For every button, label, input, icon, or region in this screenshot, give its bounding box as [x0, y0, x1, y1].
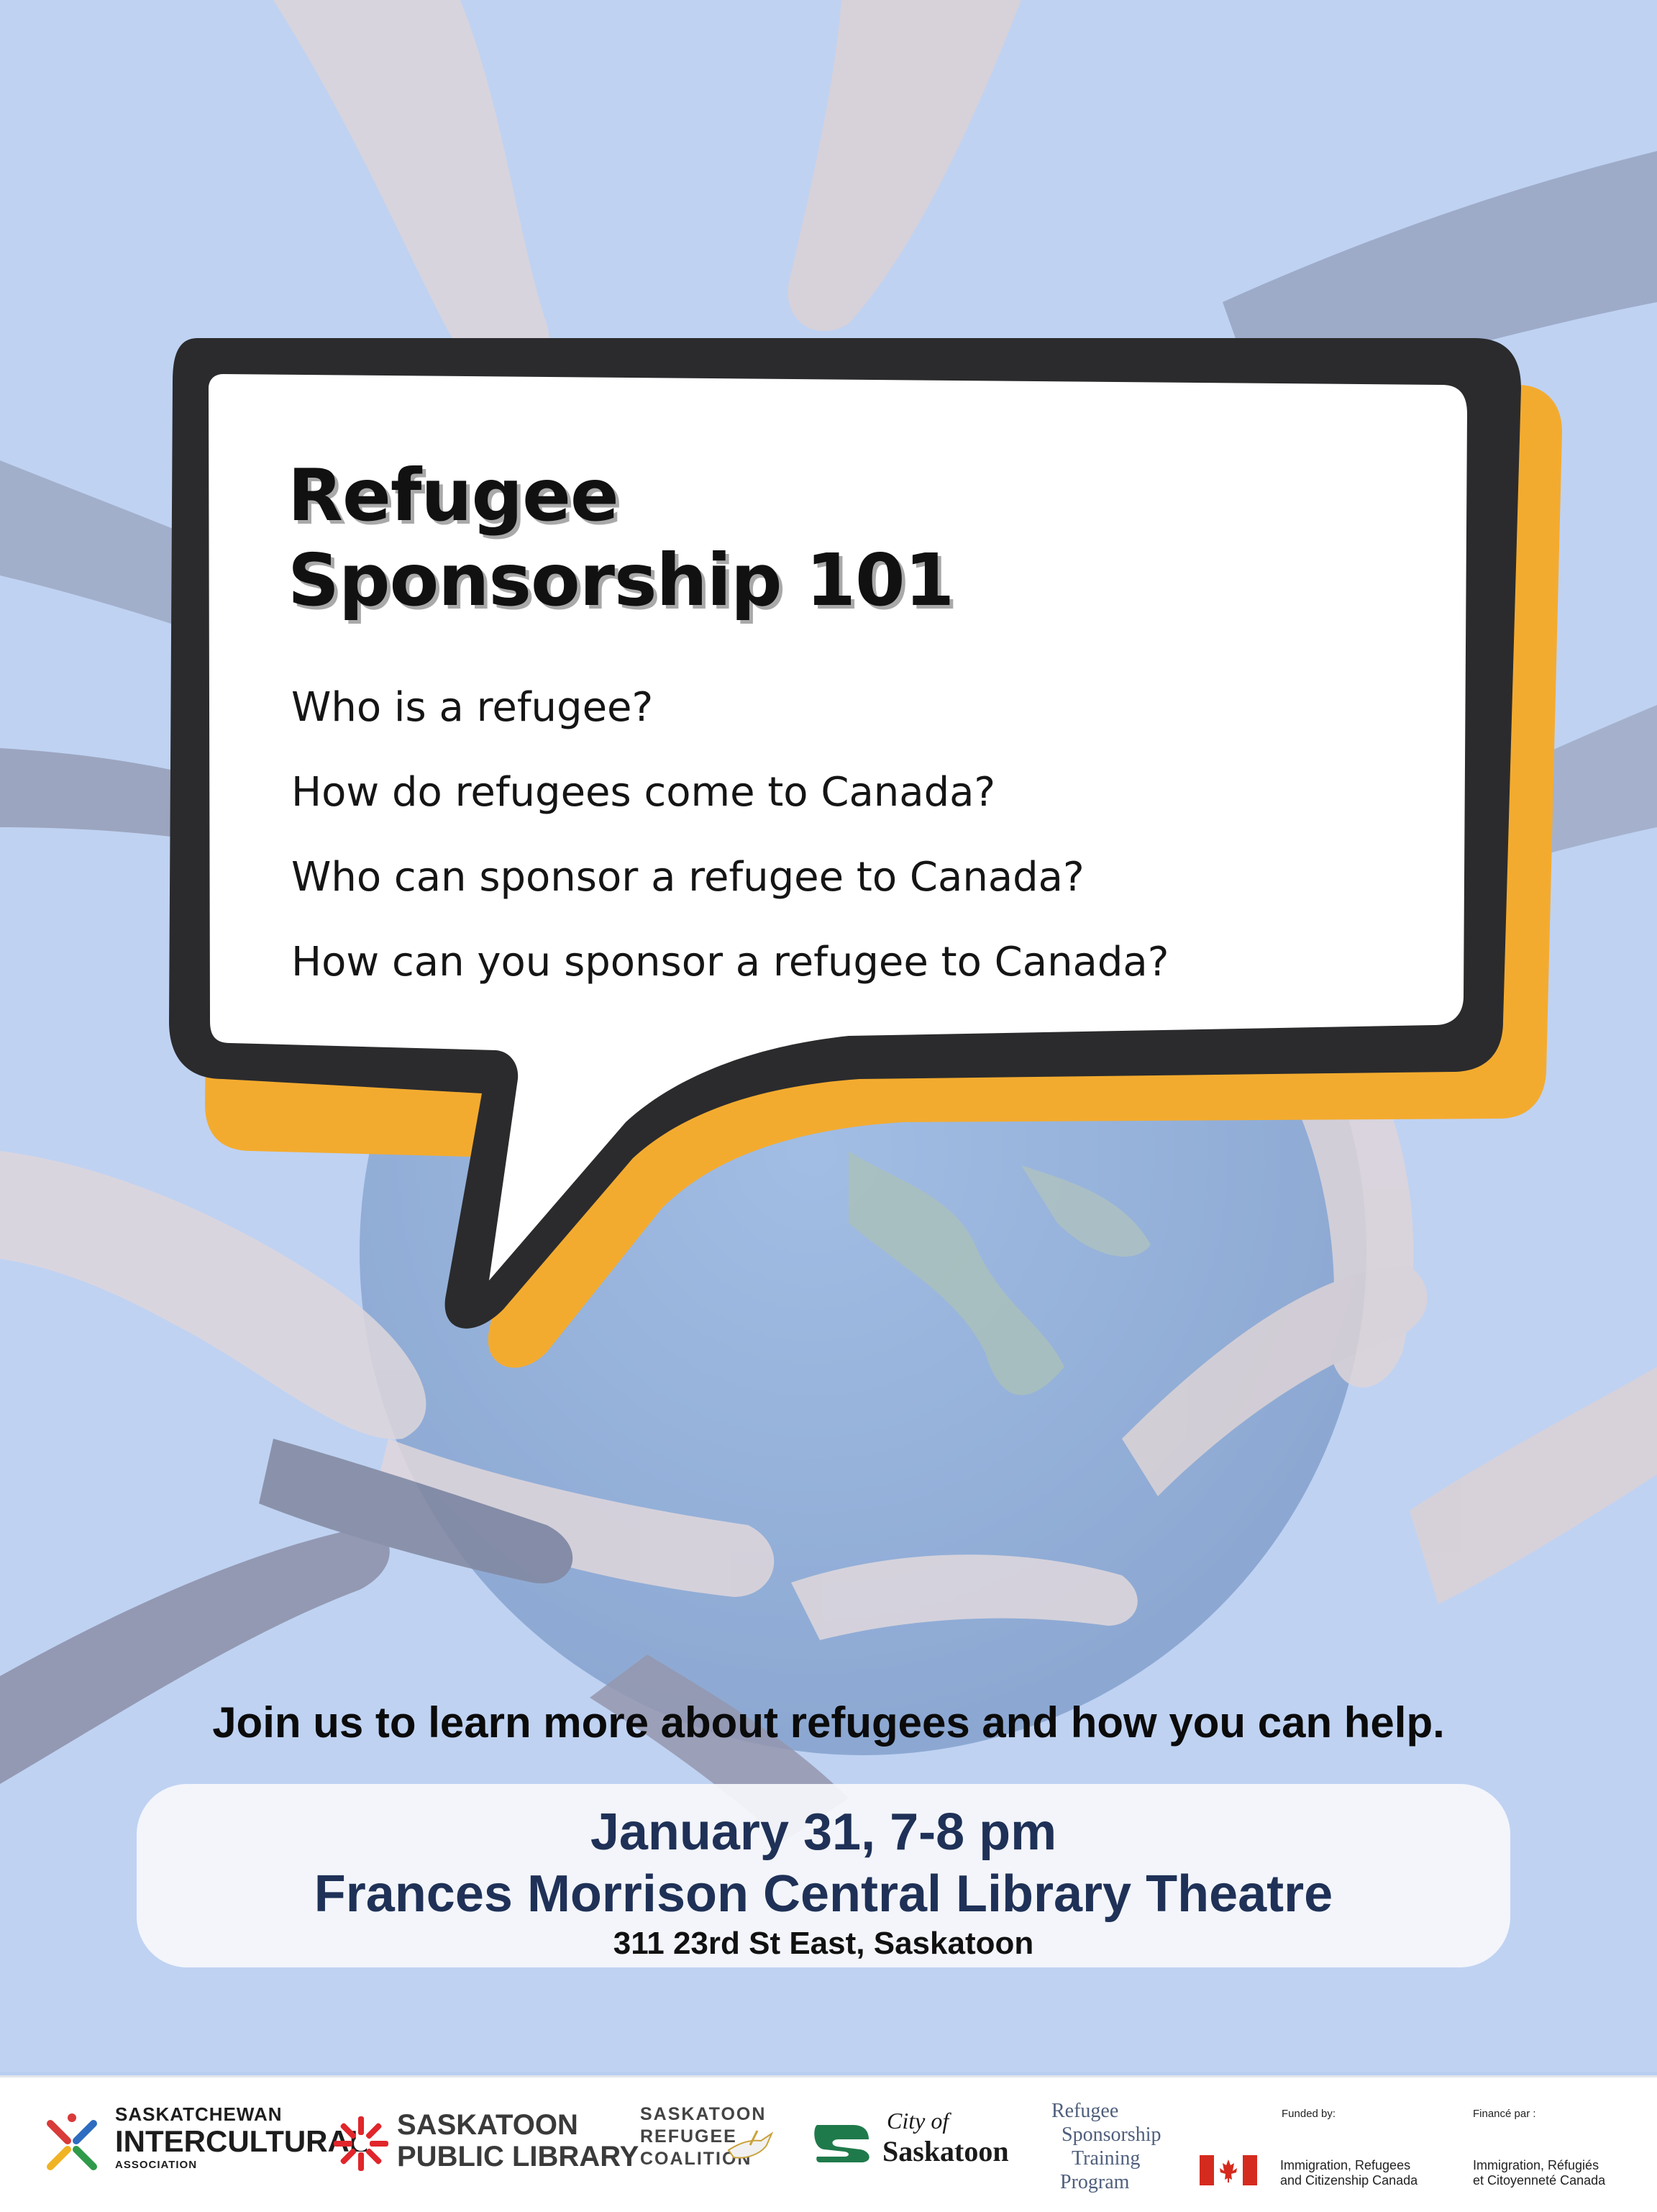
spl-logo: SASKATOON PUBLIC LIBRARY	[332, 2077, 639, 2212]
funded-by-label: Funded by:	[1282, 2108, 1336, 2120]
ircc-french-name: Immigration, Réfugiés et Citoyenneté Can…	[1473, 2158, 1605, 2188]
title-line-2: Sponsorship 101	[288, 538, 954, 622]
ircc-fr-line-2: et Citoyenneté Canada	[1473, 2173, 1606, 2188]
question-item: Who is a refugee?	[291, 684, 654, 731]
title-line-1: Refugee	[288, 453, 619, 537]
city-swoosh-icon	[814, 2125, 869, 2162]
sia-logo: SASKATCHEWAN INTERCULTURAL ASSOCIATION	[29, 2077, 368, 2212]
question-item: How do refugees come to Canada?	[291, 769, 996, 816]
canada-flag-icon	[1200, 2155, 1257, 2185]
ircc-en-line-2: and Citizenship Canada	[1280, 2173, 1418, 2188]
sia-line-3: ASSOCIATION	[115, 2159, 198, 2171]
question-item: Who can sponsor a refugee to Canada?	[291, 854, 1085, 901]
dove-icon	[727, 2130, 774, 2159]
sia-line-2: INTERCULTURAL	[115, 2124, 368, 2158]
rstp-line-1: Refugee	[1051, 2100, 1119, 2122]
tagline: Join us to learn more about refugees and…	[212, 1698, 1445, 1747]
event-venue: Frances Morrison Central Library Theatre	[314, 1865, 1333, 1923]
event-date-time: January 31, 7-8 pm	[590, 1803, 1057, 1861]
sia-name: SASKATCHEWAN INTERCULTURAL ASSOCIATION	[115, 2105, 368, 2170]
rstp-line-2: Sponsorship	[1062, 2124, 1161, 2146]
event-address: 311 23rd St East, Saskatoon	[613, 1926, 1034, 1961]
spl-starburst-icon	[334, 2116, 388, 2171]
rstp-line-4: Program	[1060, 2171, 1130, 2193]
rstp-logo: Refugee Sponsorship Training Program	[1051, 2077, 1195, 2212]
rstp-line-3: Training	[1072, 2147, 1141, 2170]
city-of-saskatoon-logo: City of Saskatoon	[807, 2077, 1030, 2212]
ircc-english-name: Immigration, Refugees and Citizenship Ca…	[1280, 2158, 1418, 2188]
src-line-1: SASKATOON	[640, 2104, 767, 2124]
spl-line-2: PUBLIC LIBRARY	[397, 2141, 639, 2172]
event-details-box: January 31, 7-8 pm Frances Morrison Cent…	[137, 1784, 1510, 1967]
src-logo: SASKATOON REFUGEE COALITION	[640, 2077, 784, 2212]
spl-name: SASKATOON PUBLIC LIBRARY	[397, 2109, 639, 2172]
finance-par-label: Financé par :	[1473, 2108, 1536, 2120]
question-item: How can you sponsor a refugee to Canada?	[291, 939, 1169, 986]
city-line-2: Saskatoon	[882, 2135, 1009, 2167]
city-line-1: City of	[887, 2108, 949, 2134]
rstp-name: Refugee Sponsorship Training Program	[1051, 2099, 1161, 2194]
sia-line-1: SASKATCHEWAN	[115, 2103, 283, 2125]
ircc-fr-line-1: Immigration, Réfugiés	[1473, 2158, 1599, 2172]
sponsor-logo-strip: SASKATCHEWAN INTERCULTURAL ASSOCIATION S…	[0, 2075, 1657, 2212]
sia-emblem-icon	[47, 2113, 97, 2170]
spl-line-1: SASKATOON	[397, 2109, 578, 2141]
city-name: City of Saskatoon	[882, 2108, 1009, 2168]
event-title: Refugee Sponsorship 101	[288, 453, 954, 623]
question-list: Who is a refugee? How do refugees come t…	[291, 665, 1169, 1005]
ircc-en-line-1: Immigration, Refugees	[1280, 2158, 1411, 2172]
